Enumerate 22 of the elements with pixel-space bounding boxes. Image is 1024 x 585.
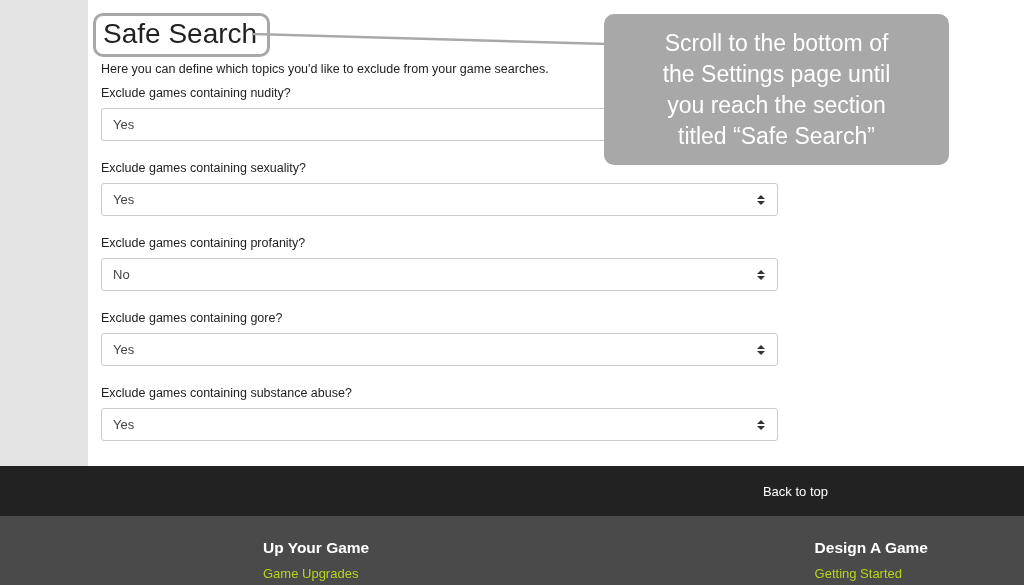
select-field[interactable]: Yes [101,333,778,366]
field-label: Exclude games containing gore? [101,310,284,327]
field-label: Exclude games containing substance abuse? [101,385,353,402]
field-label: Exclude games containing sexuality? [101,160,307,177]
footer-link[interactable]: Getting Started [814,566,928,581]
sort-arrows-icon [757,269,765,280]
section-description: Here you can define which topics you'd like to exclude from your game searches. [101,62,549,76]
footer-link[interactable]: Game Upgrades [263,566,370,581]
instruction-tooltip: Scroll to the bottom of the Settings page until you reach the section titled “Safe Search” [604,14,949,165]
sort-arrows-icon [757,194,765,205]
back-to-top-link[interactable]: Back to top [762,483,828,499]
field-label: Exclude games containing nudity? [101,85,292,102]
footer-heading: Up Your Game [263,538,370,558]
select-field[interactable]: Yes [101,408,778,441]
sort-arrows-icon [757,344,765,355]
select-field[interactable]: Yes [101,108,604,141]
select-field[interactable]: No [101,258,778,291]
section-title: Safe Search [93,13,271,57]
footer-heading: Design A Game [814,538,928,558]
select-field[interactable]: Yes [101,183,778,216]
sort-arrows-icon [757,419,765,430]
field-label: Exclude games containing profanity? [101,235,307,252]
